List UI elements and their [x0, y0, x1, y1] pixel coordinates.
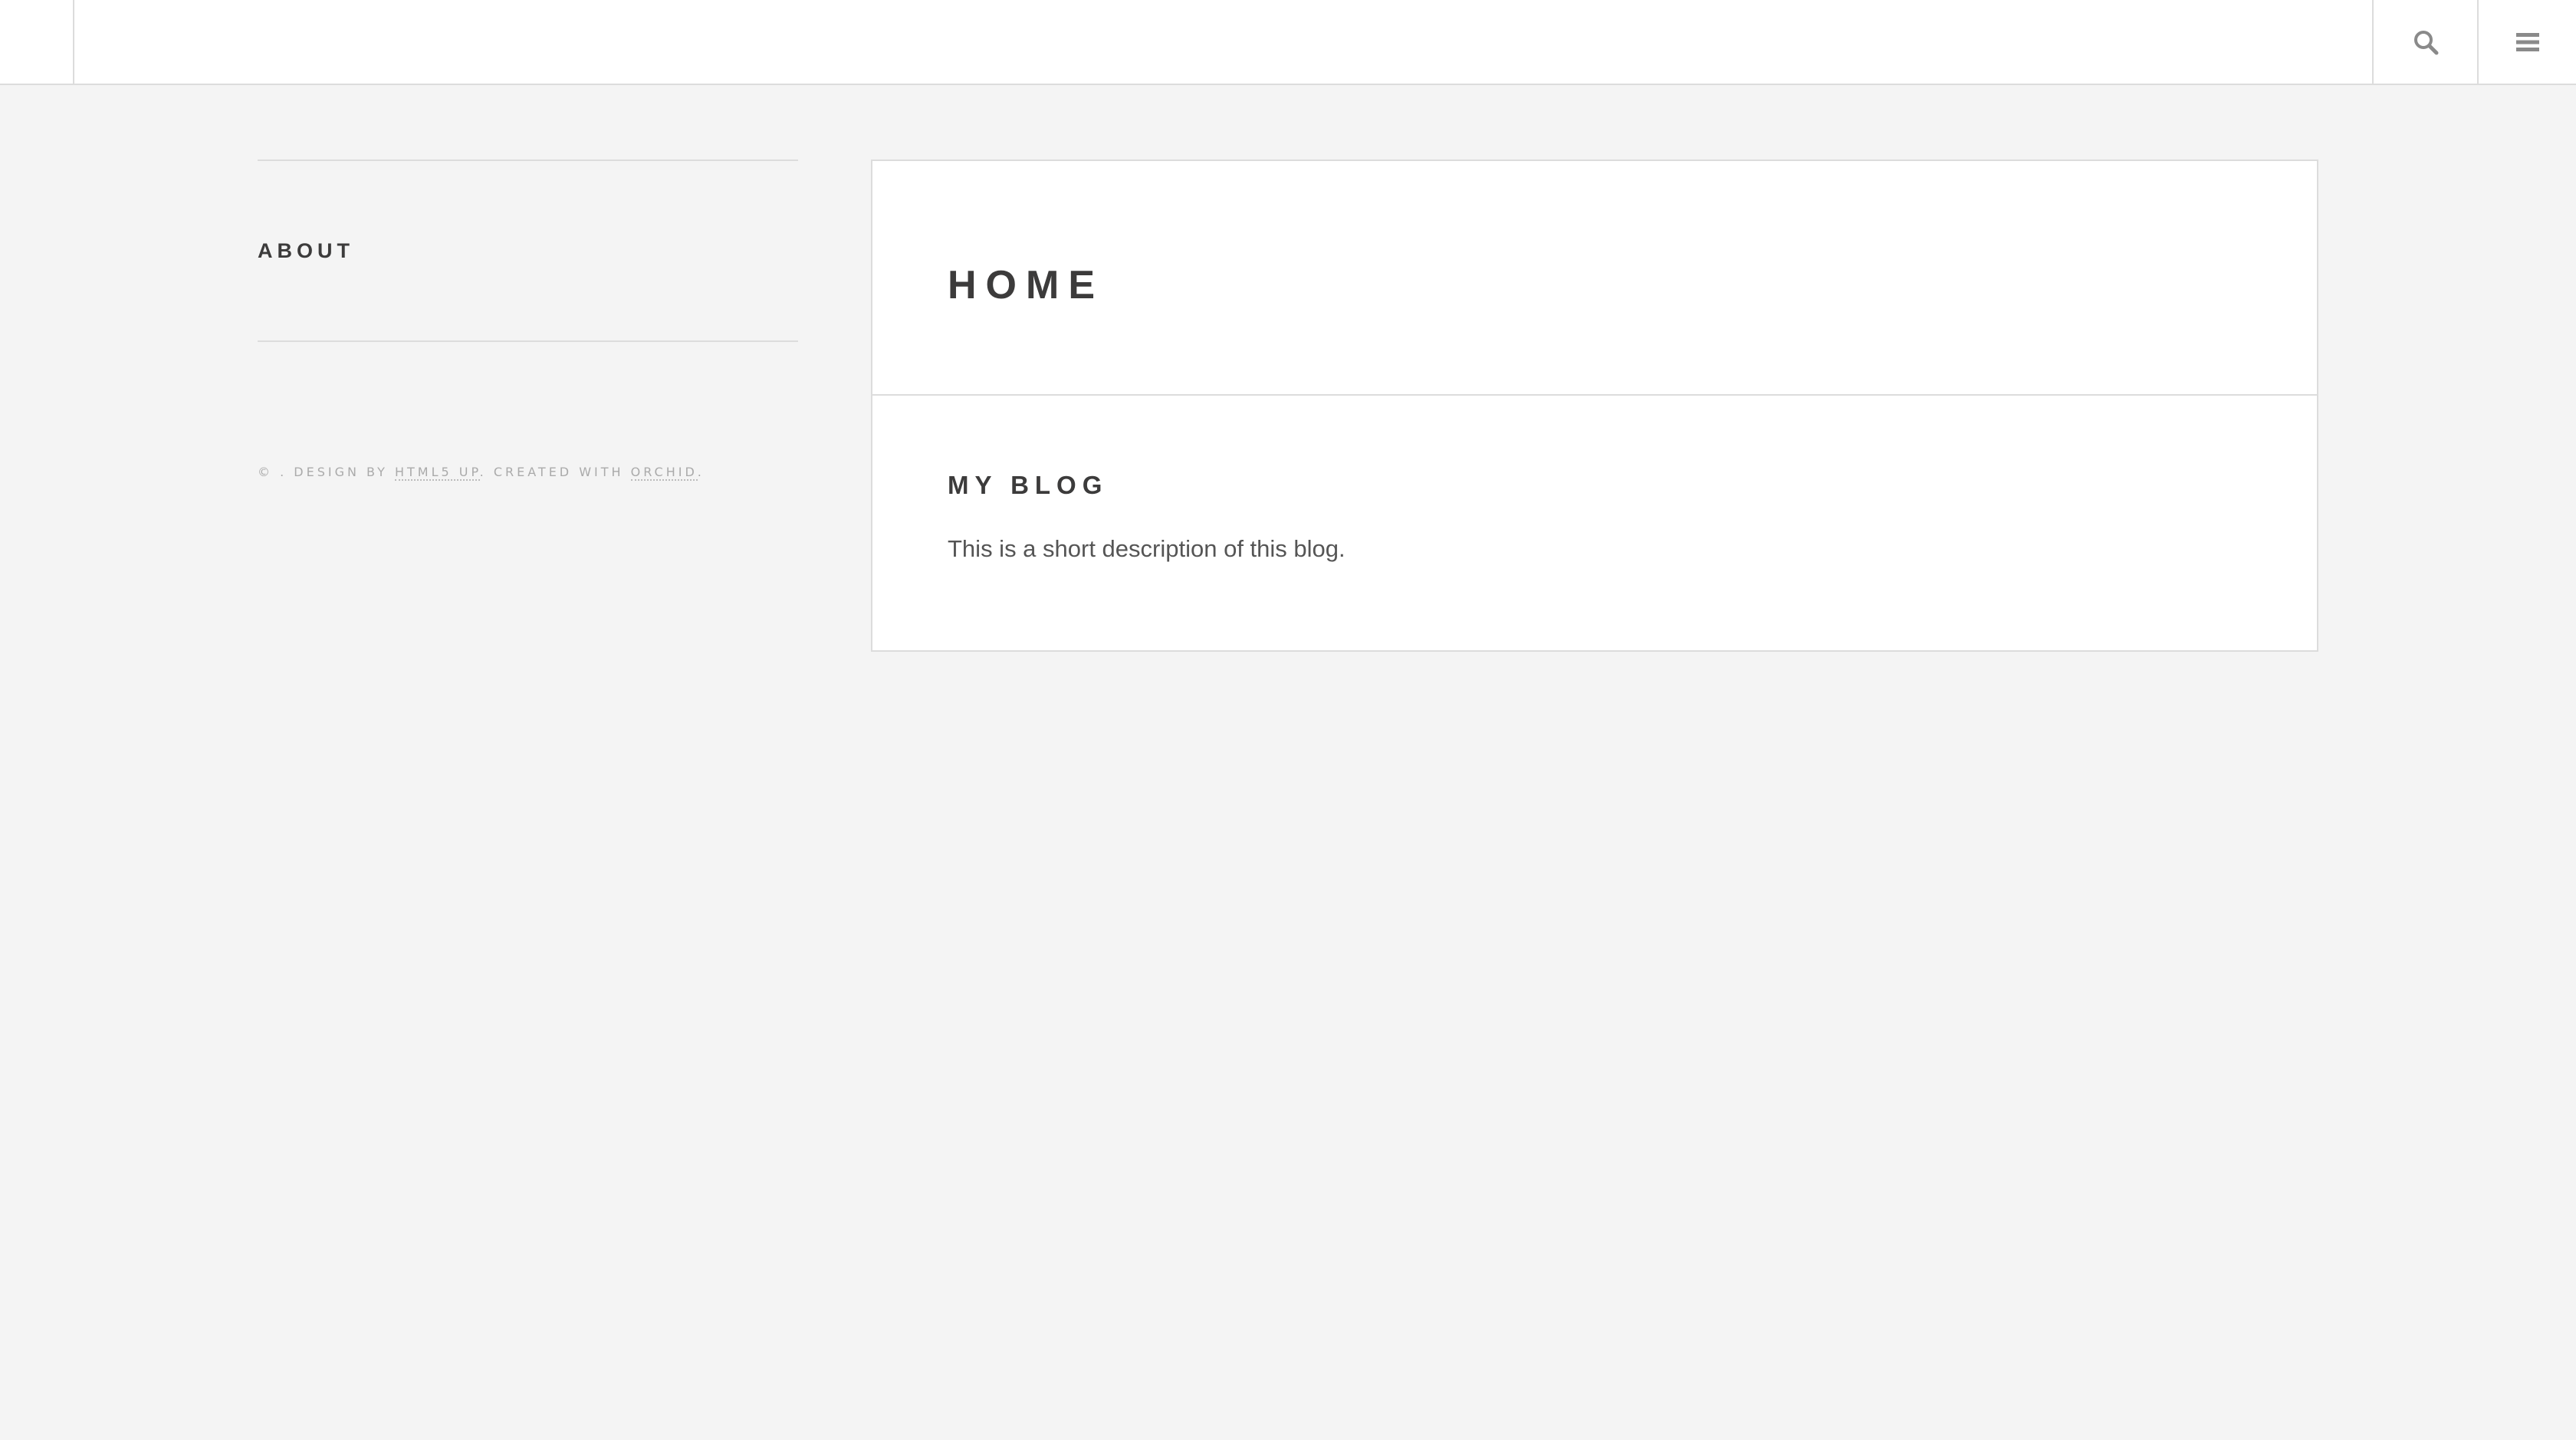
sidebar-divider-bottom	[258, 340, 798, 342]
sidebar-item-about[interactable]: ABOUT	[258, 161, 798, 340]
html5up-link[interactable]: HTML5 UP	[394, 465, 480, 481]
copyright-suffix: .	[697, 465, 705, 479]
search-icon	[2413, 29, 2439, 55]
top-header	[0, 0, 2576, 85]
blog-title: MY BLOG	[948, 471, 1109, 499]
search-button[interactable]	[2372, 0, 2477, 84]
copyright-text: © . DESIGN BY HTML5 UP. CREATED WITH ORC…	[258, 465, 798, 481]
orchid-link[interactable]: ORCHID	[630, 465, 698, 481]
hamburger-menu-icon	[2515, 32, 2539, 52]
menu-button[interactable]	[2477, 0, 2576, 84]
header-logo-area[interactable]	[0, 0, 74, 84]
copyright-prefix: © . DESIGN BY	[258, 465, 395, 479]
card-body: MY BLOG This is a short description of t…	[872, 396, 2317, 563]
blog-description: This is a short description of this blog…	[948, 535, 1346, 562]
copyright-middle: . CREATED WITH	[479, 465, 631, 479]
card-header: HOME	[872, 161, 2317, 396]
page-title: HOME	[948, 263, 1104, 307]
sidebar: ABOUT © . DESIGN BY HTML5 UP. CREATED WI…	[258, 159, 798, 481]
main-card: HOME MY BLOG This is a short description…	[871, 159, 2318, 652]
